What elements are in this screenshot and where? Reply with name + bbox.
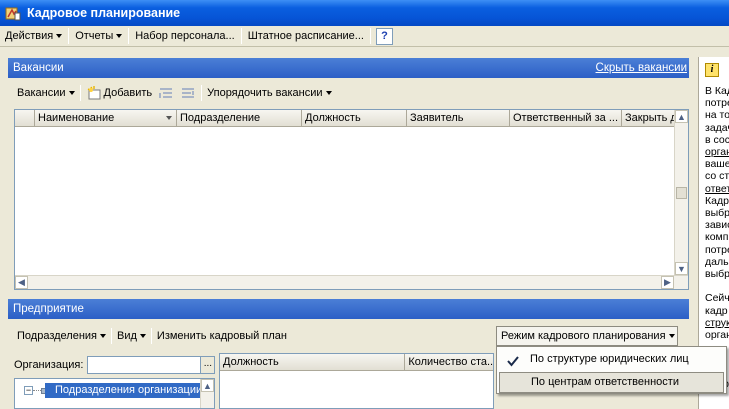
- enterprise-toolbar: Подразделения Вид Изменить кадровый план: [14, 325, 291, 347]
- mode-option-responsibility-centers[interactable]: По центрам ответственности: [499, 372, 724, 393]
- menu-actions[interactable]: Действия: [0, 27, 67, 46]
- column-header-department[interactable]: Подразделение: [177, 110, 302, 126]
- info-text-line: выбр: [705, 268, 729, 280]
- mode-option-legal-entities[interactable]: По структуре юридических лиц: [499, 349, 724, 370]
- vacancies-section-header: Вакансии Скрыть вакансии: [8, 58, 689, 78]
- vacancies-table-header: Наименование Подразделение Должность Зая…: [15, 110, 688, 127]
- help-icon: ?: [381, 30, 388, 42]
- vacancies-table[interactable]: Наименование Подразделение Должность Зая…: [14, 109, 689, 290]
- positions-table-header: Должность Количество ста...: [220, 354, 493, 371]
- tree-item-departments[interactable]: Подразделения организации: [45, 383, 214, 398]
- help-button[interactable]: ?: [375, 27, 393, 45]
- planning-mode-menu: По структуре юридических лиц По центрам …: [496, 346, 727, 394]
- tree-connector: [33, 390, 41, 391]
- add-vacancy-button[interactable]: Добавить: [82, 83, 157, 103]
- scroll-up-icon[interactable]: ▲: [675, 110, 688, 123]
- info-text-line: на то: [705, 109, 729, 122]
- scroll-up-icon[interactable]: ▲: [201, 379, 214, 392]
- menu-separator: [369, 28, 371, 44]
- info-text-line: потре: [705, 243, 729, 256]
- column-header-name[interactable]: Наименование: [35, 110, 177, 126]
- info-icon: i: [705, 63, 719, 77]
- toolbar-separator: [201, 85, 203, 101]
- menu-separator: [128, 28, 130, 44]
- vacancies-toolbar: Вакансии Добавить Упорядочить вакансии: [14, 82, 336, 104]
- scroll-left-icon[interactable]: ◀: [15, 276, 28, 289]
- column-header-responsible[interactable]: Ответственный за ...: [510, 110, 622, 126]
- positions-table[interactable]: Должность Количество ста...: [219, 353, 494, 409]
- info-text-line[interactable]: орган: [705, 146, 729, 158]
- tree-vertical-scrollbar[interactable]: ▲: [200, 379, 214, 408]
- add-vacancy-label: Добавить: [103, 87, 153, 99]
- window-titlebar[interactable]: Кадровое планирование: [0, 0, 729, 26]
- add-icon: [86, 85, 102, 101]
- toolbar-separator: [111, 328, 112, 344]
- organization-input[interactable]: [87, 356, 202, 374]
- column-header-position[interactable]: Должность: [220, 354, 406, 370]
- info-text-line: со ст: [705, 170, 729, 183]
- order-vacancies-button[interactable]: Упорядочить вакансии: [203, 83, 335, 103]
- info-text-line[interactable]: струк: [705, 317, 729, 329]
- move-up-button[interactable]: [156, 83, 178, 103]
- info-text-line: задач: [705, 121, 729, 134]
- scroll-thumb[interactable]: [676, 187, 687, 199]
- menu-recruitment[interactable]: Набор персонала...: [130, 27, 239, 46]
- column-header-requester[interactable]: Заявитель: [407, 110, 510, 126]
- info-text-line: В Кад: [705, 85, 729, 97]
- view-menu-button[interactable]: Вид: [113, 326, 150, 346]
- window-title: Кадровое планирование: [27, 6, 181, 20]
- move-up-icon: [158, 85, 174, 101]
- menu-reports[interactable]: Отчеты: [70, 27, 127, 46]
- info-text-line[interactable]: ответ: [705, 183, 729, 195]
- column-header-position[interactable]: Должность: [302, 110, 407, 126]
- info-text-line: ваше: [705, 158, 729, 171]
- menubar: Действия Отчеты Набор персонала... Штатн…: [0, 26, 729, 47]
- organization-row: Организация: ...: [14, 355, 216, 375]
- vacancies-horizontal-scrollbar[interactable]: ◀ ▶: [15, 275, 688, 289]
- change-staff-plan-button[interactable]: Изменить кадровый план: [153, 326, 291, 346]
- info-text-line: в сос: [705, 133, 729, 146]
- hide-vacancies-link[interactable]: Скрыть вакансии: [596, 58, 687, 78]
- row-marker-column: [15, 110, 35, 126]
- app-icon: [5, 5, 21, 21]
- menu-staff-schedule[interactable]: Штатное расписание...: [243, 27, 369, 46]
- info-text-line: выбр: [705, 207, 729, 219]
- organization-label: Организация:: [14, 359, 84, 371]
- info-text-line: орган: [705, 329, 729, 341]
- scroll-down-icon[interactable]: ▼: [675, 262, 688, 275]
- info-text-line: завис: [705, 219, 729, 232]
- scroll-right-icon[interactable]: ▶: [661, 276, 674, 289]
- info-text-line: потре: [705, 97, 729, 110]
- column-header-close[interactable]: Закрыть д: [622, 110, 674, 126]
- info-text-line: кадр: [705, 304, 728, 317]
- departments-menu-button[interactable]: Подразделения: [14, 326, 110, 346]
- planning-mode-button[interactable]: Режим кадрового планирования: [496, 326, 678, 346]
- menu-separator: [240, 28, 242, 44]
- info-text-line: Сейч: [705, 292, 729, 305]
- vacancies-section-title: Вакансии: [13, 62, 64, 74]
- info-text-line: комп: [705, 231, 729, 244]
- vacancies-vertical-scrollbar[interactable]: ▲ ▼: [674, 110, 688, 275]
- sort-indicator-icon: [166, 116, 172, 120]
- organization-select-button[interactable]: ...: [201, 356, 216, 374]
- vacancies-menu-button[interactable]: Вакансии: [14, 83, 79, 103]
- move-down-button[interactable]: [178, 83, 200, 103]
- menu-separator: [68, 28, 70, 44]
- toolbar-separator: [150, 328, 152, 344]
- info-text-line: Кадр: [705, 194, 729, 207]
- enterprise-section-title: Предприятие: [13, 303, 84, 315]
- toolbar-separator: [79, 85, 81, 101]
- departments-tree[interactable]: − Подразделения организации ▲: [14, 378, 215, 409]
- info-text-line: даль: [705, 255, 729, 268]
- move-down-icon: [180, 85, 196, 101]
- enterprise-section-header: Предприятие: [8, 299, 689, 319]
- column-header-staff-count[interactable]: Количество ста...: [405, 354, 493, 370]
- tree-collapse-icon[interactable]: −: [24, 386, 33, 395]
